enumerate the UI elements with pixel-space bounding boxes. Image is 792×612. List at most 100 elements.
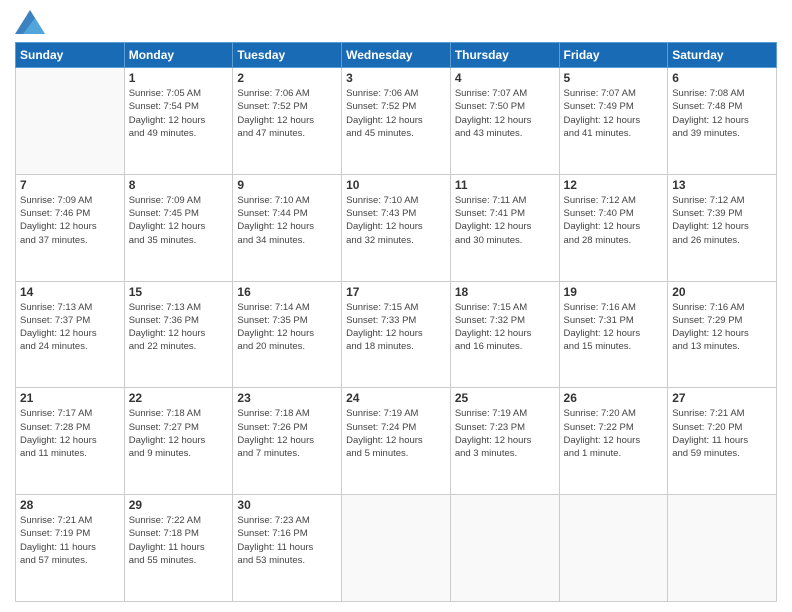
day-cell: 23 Sunrise: 7:18 AM Sunset: 7:26 PM Dayli… — [233, 388, 342, 495]
day-info: Sunrise: 7:12 AM Sunset: 7:40 PM Dayligh… — [564, 194, 664, 247]
day-cell: 7Sunrise: 7:09 AM Sunset: 7:46 PM Daylig… — [16, 174, 125, 281]
day-cell: 8 Sunrise: 7:09 AM Sunset: 7:45 PM Daylig… — [124, 174, 233, 281]
day-info: Sunrise: 7:22 AM Sunset: 7:18 PM Dayligh… — [129, 514, 229, 567]
day-info: Sunrise: 7:07 AM Sunset: 7:49 PM Dayligh… — [564, 87, 664, 140]
day-number: 28 — [20, 498, 120, 512]
calendar-header: SundayMondayTuesdayWednesdayThursdayFrid… — [16, 43, 777, 68]
day-cell: 29 Sunrise: 7:22 AM Sunset: 7:18 PM Dayli… — [124, 495, 233, 602]
day-cell: 3 Sunrise: 7:06 AM Sunset: 7:52 PM Daylig… — [342, 68, 451, 175]
day-cell: 2 Sunrise: 7:06 AM Sunset: 7:52 PM Daylig… — [233, 68, 342, 175]
day-info: Sunrise: 7:06 AM Sunset: 7:52 PM Dayligh… — [237, 87, 337, 140]
day-info: Sunrise: 7:06 AM Sunset: 7:52 PM Dayligh… — [346, 87, 446, 140]
col-header-tuesday: Tuesday — [233, 43, 342, 68]
day-info: Sunrise: 7:20 AM Sunset: 7:22 PM Dayligh… — [564, 407, 664, 460]
day-number: 7 — [20, 178, 120, 192]
day-info: Sunrise: 7:12 AM Sunset: 7:39 PM Dayligh… — [672, 194, 772, 247]
day-info: Sunrise: 7:15 AM Sunset: 7:33 PM Dayligh… — [346, 301, 446, 354]
day-info: Sunrise: 7:07 AM Sunset: 7:50 PM Dayligh… — [455, 87, 555, 140]
col-header-friday: Friday — [559, 43, 668, 68]
logo — [15, 10, 49, 34]
day-cell — [342, 495, 451, 602]
day-number: 12 — [564, 178, 664, 192]
day-info: Sunrise: 7:14 AM Sunset: 7:35 PM Dayligh… — [237, 301, 337, 354]
day-info: Sunrise: 7:08 AM Sunset: 7:48 PM Dayligh… — [672, 87, 772, 140]
day-info: Sunrise: 7:19 AM Sunset: 7:23 PM Dayligh… — [455, 407, 555, 460]
day-number: 14 — [20, 285, 120, 299]
day-info: Sunrise: 7:19 AM Sunset: 7:24 PM Dayligh… — [346, 407, 446, 460]
col-header-saturday: Saturday — [668, 43, 777, 68]
day-number: 27 — [672, 391, 772, 405]
day-cell — [559, 495, 668, 602]
day-number: 19 — [564, 285, 664, 299]
day-number: 9 — [237, 178, 337, 192]
col-header-monday: Monday — [124, 43, 233, 68]
day-cell: 25 Sunrise: 7:19 AM Sunset: 7:23 PM Dayli… — [450, 388, 559, 495]
logo-icon — [15, 10, 45, 34]
day-number: 11 — [455, 178, 555, 192]
day-info: Sunrise: 7:11 AM Sunset: 7:41 PM Dayligh… — [455, 194, 555, 247]
day-cell: 10Sunrise: 7:10 AM Sunset: 7:43 PM Dayli… — [342, 174, 451, 281]
day-info: Sunrise: 7:13 AM Sunset: 7:37 PM Dayligh… — [20, 301, 120, 354]
week-row-1: 7Sunrise: 7:09 AM Sunset: 7:46 PM Daylig… — [16, 174, 777, 281]
week-row-3: 21 Sunrise: 7:17 AM Sunset: 7:28 PM Dayli… — [16, 388, 777, 495]
day-cell: 14 Sunrise: 7:13 AM Sunset: 7:37 PM Dayli… — [16, 281, 125, 388]
day-info: Sunrise: 7:10 AM Sunset: 7:44 PM Dayligh… — [237, 194, 337, 247]
col-header-wednesday: Wednesday — [342, 43, 451, 68]
day-number: 21 — [20, 391, 120, 405]
day-number: 22 — [129, 391, 229, 405]
day-info: Sunrise: 7:17 AM Sunset: 7:28 PM Dayligh… — [20, 407, 120, 460]
day-number: 20 — [672, 285, 772, 299]
day-cell — [16, 68, 125, 175]
day-number: 6 — [672, 71, 772, 85]
day-cell: 4 Sunrise: 7:07 AM Sunset: 7:50 PM Daylig… — [450, 68, 559, 175]
day-cell: 27Sunrise: 7:21 AM Sunset: 7:20 PM Dayli… — [668, 388, 777, 495]
page: SundayMondayTuesdayWednesdayThursdayFrid… — [0, 0, 792, 612]
day-cell: 16Sunrise: 7:14 AM Sunset: 7:35 PM Dayli… — [233, 281, 342, 388]
day-cell — [450, 495, 559, 602]
day-info: Sunrise: 7:05 AM Sunset: 7:54 PM Dayligh… — [129, 87, 229, 140]
day-cell: 20 Sunrise: 7:16 AM Sunset: 7:29 PM Dayli… — [668, 281, 777, 388]
day-info: Sunrise: 7:18 AM Sunset: 7:27 PM Dayligh… — [129, 407, 229, 460]
day-cell: 21 Sunrise: 7:17 AM Sunset: 7:28 PM Dayli… — [16, 388, 125, 495]
day-number: 5 — [564, 71, 664, 85]
day-info: Sunrise: 7:21 AM Sunset: 7:19 PM Dayligh… — [20, 514, 120, 567]
col-header-thursday: Thursday — [450, 43, 559, 68]
day-cell: 13 Sunrise: 7:12 AM Sunset: 7:39 PM Dayli… — [668, 174, 777, 281]
day-number: 25 — [455, 391, 555, 405]
day-cell: 1 Sunrise: 7:05 AM Sunset: 7:54 PM Daylig… — [124, 68, 233, 175]
day-number: 30 — [237, 498, 337, 512]
day-number: 15 — [129, 285, 229, 299]
day-info: Sunrise: 7:09 AM Sunset: 7:45 PM Dayligh… — [129, 194, 229, 247]
day-cell: 5 Sunrise: 7:07 AM Sunset: 7:49 PM Daylig… — [559, 68, 668, 175]
day-info: Sunrise: 7:16 AM Sunset: 7:31 PM Dayligh… — [564, 301, 664, 354]
day-cell: 28 Sunrise: 7:21 AM Sunset: 7:19 PM Dayli… — [16, 495, 125, 602]
day-info: Sunrise: 7:18 AM Sunset: 7:26 PM Dayligh… — [237, 407, 337, 460]
calendar: SundayMondayTuesdayWednesdayThursdayFrid… — [15, 42, 777, 602]
day-number: 3 — [346, 71, 446, 85]
day-cell: 26 Sunrise: 7:20 AM Sunset: 7:22 PM Dayli… — [559, 388, 668, 495]
day-info: Sunrise: 7:16 AM Sunset: 7:29 PM Dayligh… — [672, 301, 772, 354]
day-info: Sunrise: 7:15 AM Sunset: 7:32 PM Dayligh… — [455, 301, 555, 354]
day-number: 24 — [346, 391, 446, 405]
calendar-body: 1 Sunrise: 7:05 AM Sunset: 7:54 PM Daylig… — [16, 68, 777, 602]
week-row-2: 14 Sunrise: 7:13 AM Sunset: 7:37 PM Dayli… — [16, 281, 777, 388]
day-cell — [668, 495, 777, 602]
day-cell: 12 Sunrise: 7:12 AM Sunset: 7:40 PM Dayli… — [559, 174, 668, 281]
day-cell: 9 Sunrise: 7:10 AM Sunset: 7:44 PM Daylig… — [233, 174, 342, 281]
day-info: Sunrise: 7:10 AM Sunset: 7:43 PM Dayligh… — [346, 194, 446, 247]
day-number: 1 — [129, 71, 229, 85]
day-cell: 6 Sunrise: 7:08 AM Sunset: 7:48 PM Daylig… — [668, 68, 777, 175]
day-cell: 17Sunrise: 7:15 AM Sunset: 7:33 PM Dayli… — [342, 281, 451, 388]
day-info: Sunrise: 7:13 AM Sunset: 7:36 PM Dayligh… — [129, 301, 229, 354]
day-number: 2 — [237, 71, 337, 85]
day-number: 26 — [564, 391, 664, 405]
day-number: 23 — [237, 391, 337, 405]
header-row: SundayMondayTuesdayWednesdayThursdayFrid… — [16, 43, 777, 68]
day-number: 4 — [455, 71, 555, 85]
day-info: Sunrise: 7:23 AM Sunset: 7:16 PM Dayligh… — [237, 514, 337, 567]
day-number: 13 — [672, 178, 772, 192]
day-number: 8 — [129, 178, 229, 192]
day-number: 18 — [455, 285, 555, 299]
day-number: 29 — [129, 498, 229, 512]
day-cell: 24 Sunrise: 7:19 AM Sunset: 7:24 PM Dayli… — [342, 388, 451, 495]
